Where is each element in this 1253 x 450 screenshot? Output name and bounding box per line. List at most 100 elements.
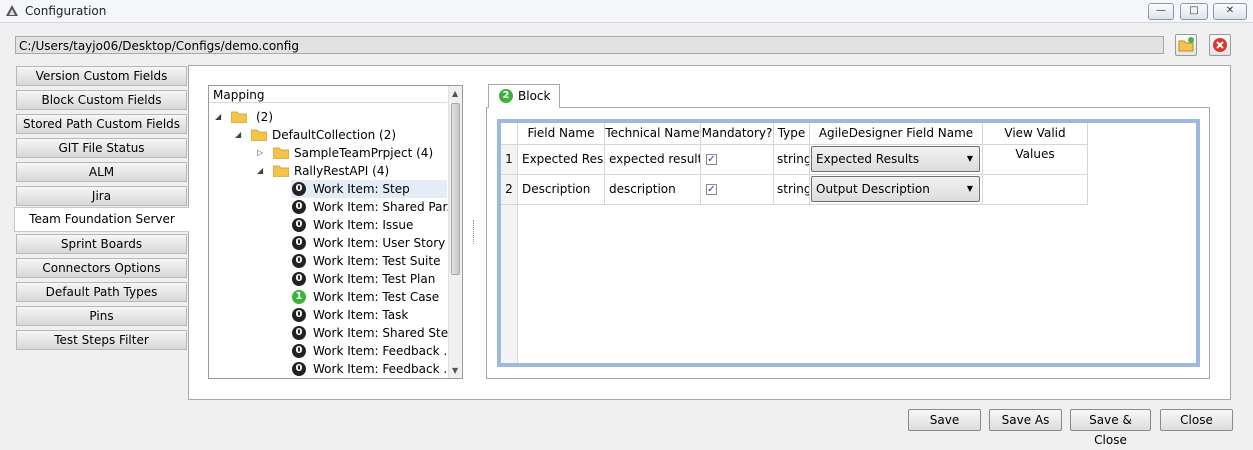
- tree-label: Work Item: Feedback ...: [313, 362, 455, 376]
- header-view-valid-values[interactable]: View Valid Values: [983, 123, 1088, 161]
- scroll-down-icon[interactable]: ▼: [452, 366, 458, 375]
- title-bar: Configuration — □ ✕: [0, 0, 1253, 23]
- cell-type[interactable]: string: [774, 175, 810, 205]
- tree-label: RallyRestAPI (4): [294, 164, 390, 178]
- cell-view-valid-values[interactable]: [983, 145, 1088, 175]
- tab-default-path-types[interactable]: Default Path Types: [16, 282, 187, 302]
- count-badge: 0: [292, 326, 306, 340]
- tree-item[interactable]: 0 Work Item: Feedback ...: [291, 342, 455, 360]
- tree-item[interactable]: 0 Work Item: Shared Steps: [291, 324, 462, 342]
- cell-field-name[interactable]: Expected Result: [518, 145, 605, 175]
- folder-icon: [273, 147, 289, 159]
- mandatory-checkbox[interactable]: ✓: [706, 184, 717, 195]
- header-type[interactable]: Type: [774, 123, 810, 145]
- collapse-arrow-icon[interactable]: ◢: [235, 126, 241, 144]
- tree-label: Work Item: Task: [313, 308, 409, 322]
- cell-technical-name[interactable]: description: [605, 175, 701, 205]
- save-as-button[interactable]: Save As: [989, 409, 1062, 431]
- tree-item[interactable]: 0 Work Item: Task: [291, 306, 447, 324]
- tree-item[interactable]: 0 Work Item: Step: [291, 180, 447, 198]
- tab-block[interactable]: 2 Block: [488, 84, 560, 108]
- tab-sprint-boards[interactable]: Sprint Boards: [16, 234, 187, 254]
- tab-alm[interactable]: ALM: [16, 162, 187, 182]
- tab-git-file-status[interactable]: GIT File Status: [16, 138, 187, 158]
- count-badge: 0: [292, 272, 306, 286]
- row-number: 2: [501, 175, 518, 205]
- tree-label: DefaultCollection (2): [272, 128, 397, 142]
- tree-item[interactable]: 0 Work Item: Feedback ...: [291, 360, 455, 378]
- tree-item[interactable]: 0 Work Item: Shared Par...: [291, 198, 458, 216]
- tab-connectors-options[interactable]: Connectors Options: [16, 258, 187, 278]
- tab-block-custom-fields[interactable]: Block Custom Fields: [16, 90, 187, 110]
- collapse-arrow-icon[interactable]: ◢: [215, 108, 221, 126]
- cell-agiledesigner-field: Expected Results ▼: [810, 145, 983, 175]
- expand-arrow-icon[interactable]: ▷: [257, 144, 263, 162]
- cell-type[interactable]: string: [774, 145, 810, 175]
- agiledesigner-field-select[interactable]: Expected Results ▼: [811, 146, 980, 172]
- dropdown-arrow-icon: ▼: [966, 184, 973, 193]
- close-icon[interactable]: ✕: [1213, 3, 1247, 20]
- cell-technical-name[interactable]: expected result: [605, 145, 701, 175]
- tab-block-label: Block: [518, 89, 551, 103]
- checkmark-icon: ✓: [707, 154, 716, 165]
- count-badge: 0: [292, 362, 306, 376]
- tree-item[interactable]: 0 Work Item: Test Plan: [291, 270, 447, 288]
- tab-version-custom-fields[interactable]: Version Custom Fields: [16, 66, 187, 86]
- count-badge: 0: [292, 236, 306, 250]
- tab-stored-path-custom-fields[interactable]: Stored Path Custom Fields: [16, 114, 187, 134]
- app-icon: [6, 5, 18, 16]
- count-badge: 0: [292, 200, 306, 214]
- close-button[interactable]: Close: [1160, 409, 1233, 431]
- cell-view-valid-values[interactable]: [983, 175, 1088, 205]
- scroll-up-icon[interactable]: ▲: [452, 89, 458, 98]
- panel-splitter[interactable]: [473, 220, 477, 244]
- tree-label: Work Item: Test Case: [313, 290, 440, 304]
- tree-item[interactable]: 0 Work Item: Issue: [291, 216, 447, 234]
- header-field-name[interactable]: Field Name: [518, 123, 605, 145]
- tree-label: Work Item: Test Plan: [313, 272, 436, 286]
- cell-field-name[interactable]: Description: [518, 175, 605, 205]
- field-mapping-grid: Field Name Technical Name Mandatory? Typ…: [497, 119, 1200, 367]
- dropdown-arrow-icon: ▼: [966, 154, 973, 163]
- tab-test-steps-filter[interactable]: Test Steps Filter: [16, 330, 187, 350]
- cell-agiledesigner-field: Output Description ▼: [810, 175, 983, 205]
- tree-label: Work Item: Shared Steps: [313, 326, 463, 340]
- checkmark-icon: ✓: [707, 184, 716, 195]
- tree-scrollbar[interactable]: ▲ ▼: [448, 86, 462, 378]
- minimize-icon[interactable]: —: [1148, 3, 1174, 20]
- tree-item[interactable]: 0 Work Item: Test Suite: [291, 252, 447, 270]
- tree-item[interactable]: 1 Work Item: Test Case: [291, 288, 447, 306]
- header-technical-name[interactable]: Technical Name: [605, 123, 701, 145]
- save-and-close-button[interactable]: Save & Close: [1070, 409, 1151, 447]
- open-folder-button[interactable]: [1175, 34, 1197, 56]
- tree-label: Work Item: Test Suite: [313, 254, 441, 268]
- agiledesigner-field-select[interactable]: Output Description ▼: [811, 176, 980, 202]
- row-number: 1: [501, 145, 518, 175]
- header-agiledesigner-field-name[interactable]: AgileDesigner Field Name: [810, 123, 983, 145]
- tree-node-collection[interactable]: ◢ DefaultCollection (2): [235, 126, 445, 144]
- tree-node-root[interactable]: ◢ (2): [215, 108, 445, 126]
- tree-node-project[interactable]: ◢ RallyRestAPI (4): [257, 162, 445, 180]
- count-badge: 1: [292, 290, 306, 304]
- tab-pins[interactable]: Pins: [16, 306, 187, 326]
- folder-icon: [251, 129, 267, 141]
- tree-item[interactable]: 0 Work Item: User Story: [291, 234, 447, 252]
- count-badge: 2: [499, 89, 513, 103]
- tree-label: Work Item: Step: [313, 182, 410, 196]
- config-path-field[interactable]: C:/Users/tayjo06/Desktop/Configs/demo.co…: [15, 36, 1164, 54]
- collapse-arrow-icon[interactable]: ◢: [257, 162, 263, 180]
- header-mandatory[interactable]: Mandatory?: [701, 123, 774, 145]
- mapping-tree[interactable]: Mapping ◢ (2) ◢ DefaultCollection (2) ▷ …: [208, 85, 463, 379]
- tree-label: Work Item: Feedback ...: [313, 344, 455, 358]
- tab-jira[interactable]: Jira: [16, 186, 187, 206]
- corner-header: [501, 123, 518, 145]
- select-value: Output Description: [816, 182, 930, 196]
- mandatory-checkbox[interactable]: ✓: [706, 154, 717, 165]
- tree-node-project[interactable]: ▷ SampleTeamPrpject (4): [257, 144, 445, 162]
- clear-button[interactable]: [1209, 34, 1231, 56]
- tree-label: (2): [256, 110, 273, 124]
- save-button[interactable]: Save: [908, 409, 981, 431]
- tab-team-foundation-server[interactable]: Team Foundation Server: [14, 207, 189, 232]
- maximize-icon[interactable]: □: [1180, 3, 1208, 20]
- scroll-thumb[interactable]: [451, 103, 460, 275]
